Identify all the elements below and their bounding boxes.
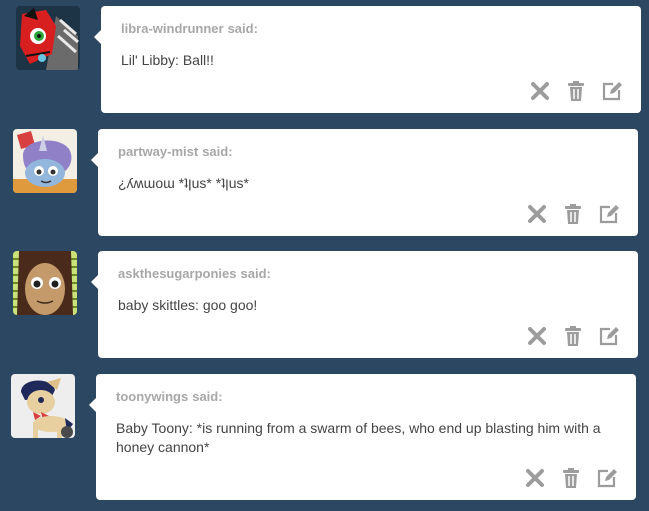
close-icon xyxy=(528,205,546,223)
trash-icon xyxy=(568,81,584,101)
said-label: said: xyxy=(202,144,233,159)
asker-link[interactable]: partway-mist xyxy=(118,144,198,159)
edit-button[interactable] xyxy=(601,80,623,102)
asker-link[interactable]: askthesugarponies xyxy=(118,266,237,281)
asker-name: askthesugarponies said: xyxy=(118,266,271,281)
action-bar xyxy=(512,203,620,225)
trash-icon xyxy=(565,204,581,224)
said-label: said: xyxy=(227,21,258,36)
trash-button[interactable] xyxy=(562,325,584,347)
said-label: said: xyxy=(192,389,223,404)
delete-button[interactable] xyxy=(526,203,548,225)
edit-icon xyxy=(599,327,619,346)
red-pony-avatar-image xyxy=(16,6,80,70)
edit-button[interactable] xyxy=(598,203,620,225)
ask-card: toonywings said: Baby Toony: *is running … xyxy=(89,374,636,500)
asker-name: libra-windrunner said: xyxy=(121,21,258,36)
action-bar xyxy=(512,325,620,347)
asker-name: toonywings said: xyxy=(116,389,223,404)
blue-unicorn-avatar-image xyxy=(13,129,77,193)
question-text: Baby Toony: *is running from a swarm of … xyxy=(116,420,601,455)
cream-pegasus-avatar-image xyxy=(11,374,75,438)
asker-avatar[interactable] xyxy=(16,6,80,70)
trash-icon xyxy=(565,326,581,346)
brown-pony-avatar-image xyxy=(13,251,77,315)
ask-card: askthesugarponies said: baby skittles: go… xyxy=(91,251,638,358)
delete-button[interactable] xyxy=(526,325,548,347)
question-text: ¿ʎʍɯoɯ *ʇןus* *ʇןus* xyxy=(118,175,249,191)
delete-button[interactable] xyxy=(524,467,546,489)
action-bar xyxy=(515,80,623,102)
close-icon xyxy=(528,327,546,345)
said-label: said: xyxy=(240,266,271,281)
edit-button[interactable] xyxy=(598,325,620,347)
edit-icon xyxy=(597,469,617,488)
close-icon xyxy=(526,469,544,487)
question-text: baby skittles: goo goo! xyxy=(118,297,258,313)
question-text: Lil' Libby: Ball!! xyxy=(121,52,214,68)
edit-button[interactable] xyxy=(596,467,618,489)
trash-button[interactable] xyxy=(562,203,584,225)
edit-icon xyxy=(599,205,619,224)
close-icon xyxy=(531,82,549,100)
edit-icon xyxy=(602,82,622,101)
asker-link[interactable]: libra-windrunner xyxy=(121,21,224,36)
asker-avatar[interactable] xyxy=(11,374,75,438)
trash-button[interactable] xyxy=(560,467,582,489)
ask-card: partway-mist said: ¿ʎʍɯoɯ *ʇןus* *ʇןus* xyxy=(91,129,638,236)
ask-card: libra-windrunner said: Lil' Libby: Ball!! xyxy=(94,6,641,113)
asker-link[interactable]: toonywings xyxy=(116,389,188,404)
trash-icon xyxy=(563,468,579,488)
asker-avatar[interactable] xyxy=(13,129,77,193)
asker-avatar[interactable] xyxy=(13,251,77,315)
asker-name: partway-mist said: xyxy=(118,144,233,159)
delete-button[interactable] xyxy=(529,80,551,102)
trash-button[interactable] xyxy=(565,80,587,102)
action-bar xyxy=(510,467,618,489)
